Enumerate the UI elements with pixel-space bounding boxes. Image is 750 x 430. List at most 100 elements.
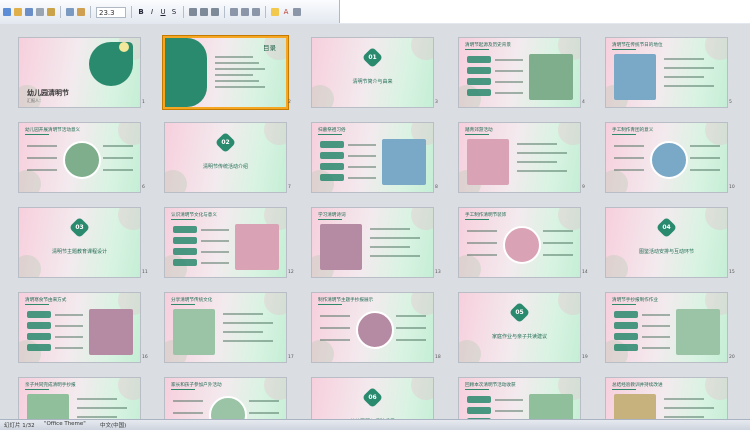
slide-canvas[interactable]: 目录 xyxy=(165,38,286,107)
slide-canvas[interactable]: 幼儿园清明节 汇报人： xyxy=(19,38,140,107)
text-line xyxy=(320,315,350,317)
new-icon[interactable] xyxy=(3,8,11,16)
section-title: 清明节简介与由来 xyxy=(352,79,393,85)
text-line xyxy=(495,92,523,94)
slide-canvas[interactable]: 清明寒食节由来方式 xyxy=(19,293,140,362)
slide-canvas[interactable]: 总结经验教训并持续改进 xyxy=(606,378,727,419)
text-line xyxy=(103,157,133,159)
bullets-icon[interactable] xyxy=(230,8,238,16)
text-line xyxy=(495,59,523,61)
align-center-icon[interactable] xyxy=(200,8,208,16)
text-line xyxy=(467,242,497,244)
slide-photo xyxy=(173,309,215,355)
slide-canvas[interactable]: 分享清明节传统文化 xyxy=(165,293,286,362)
paste-icon[interactable] xyxy=(77,8,85,16)
section-title: 家庭作业与亲子共读建议 xyxy=(491,334,547,340)
slide-canvas[interactable]: 幼儿园开展清明节活动意义 xyxy=(19,123,140,192)
align-left-icon[interactable] xyxy=(189,8,197,16)
text-line xyxy=(370,255,420,257)
slide-photo xyxy=(320,224,362,270)
slide-photo xyxy=(614,54,656,100)
slide-photo xyxy=(235,224,279,270)
label-tag xyxy=(467,396,491,403)
italic-button[interactable]: I xyxy=(148,8,156,16)
label-tag xyxy=(467,67,491,74)
slide-title: 回顾本次清明节活动收获 xyxy=(465,383,516,388)
indent-icon[interactable] xyxy=(252,8,260,16)
bold-button[interactable]: B xyxy=(137,8,145,16)
open-icon[interactable] xyxy=(14,8,22,16)
slide-canvas[interactable]: 清明节手抄报制作作业 xyxy=(606,293,727,362)
slide-canvas[interactable]: 02 清明节传统活动介绍 xyxy=(165,123,286,192)
align-right-icon[interactable] xyxy=(211,8,219,16)
slide-photo xyxy=(89,309,133,355)
slide-canvas[interactable]: 家长和孩子参加户外活动 xyxy=(165,378,286,419)
font-color-button[interactable]: A xyxy=(282,8,290,16)
slide-title: 家长和孩子参加户外活动 xyxy=(171,383,222,388)
slide-canvas[interactable]: 认识清明节文化与意义 xyxy=(165,208,286,277)
slide-photo xyxy=(382,139,426,185)
toolbar-icons: 23.3 B I U S A xyxy=(3,4,301,20)
highlight-icon[interactable] xyxy=(271,8,279,16)
slide-canvas[interactable]: 踏青郊游活动 xyxy=(459,123,580,192)
text-line xyxy=(396,339,426,341)
cut-icon[interactable] xyxy=(47,8,55,16)
toc-entry-line xyxy=(215,68,265,70)
status-theme: "Office Theme" xyxy=(44,421,86,427)
slide-canvas[interactable]: 05 家庭作业与亲子共读建议 xyxy=(459,293,580,362)
slide-canvas[interactable]: 制作清明节主题手抄报展示 xyxy=(312,293,433,362)
text-line xyxy=(320,339,350,341)
text-line xyxy=(614,169,644,171)
shadow-button[interactable]: S xyxy=(170,8,178,16)
text-line xyxy=(223,313,263,315)
numbering-icon[interactable] xyxy=(241,8,249,16)
text-line xyxy=(77,416,117,418)
text-line xyxy=(370,237,420,239)
section-title: 图鉴活动安排与互动环节 xyxy=(638,249,694,255)
toolbar-divider xyxy=(183,6,184,18)
slide-canvas[interactable]: 扫墓祭祖习俗 xyxy=(312,123,433,192)
round-photo xyxy=(650,141,688,179)
slide-canvas[interactable]: 回顾本次清明节活动收获 xyxy=(459,378,580,419)
text-line xyxy=(642,347,670,349)
toolbar-empty-area xyxy=(339,0,750,23)
slide-canvas[interactable]: 清明节起源及历史背景 xyxy=(459,38,580,107)
slide-canvas[interactable]: 01 清明节简介与由来 xyxy=(312,38,433,107)
toolbar-divider xyxy=(90,6,91,18)
section-number: 01 xyxy=(368,54,377,61)
save-icon[interactable] xyxy=(25,8,33,16)
text-line xyxy=(223,331,263,333)
slide-sorter: 幼儿园清明节 汇报人： 1 目录 2 01 清明节简介与由来 3 清明节起源及历史背景 4 清明节在… xyxy=(0,24,750,419)
round-photo xyxy=(503,226,541,264)
text-line xyxy=(517,152,567,154)
slide-canvas[interactable]: 亲子共同完成清明手抄报 xyxy=(19,378,140,419)
copy-icon[interactable] xyxy=(66,8,74,16)
font-size-box[interactable]: 23.3 xyxy=(96,6,126,18)
more-icon[interactable] xyxy=(293,8,301,16)
text-line xyxy=(396,315,426,317)
underline-button[interactable]: U xyxy=(159,8,167,16)
slide-photo xyxy=(529,394,573,419)
print-icon[interactable] xyxy=(36,8,44,16)
label-tag xyxy=(320,174,344,181)
text-line xyxy=(348,155,376,157)
slide-canvas[interactable]: 06 总结回顾与经验反思 xyxy=(312,378,433,419)
slide-canvas[interactable]: 手工制作清明节装饰 xyxy=(459,208,580,277)
section-number: 03 xyxy=(75,224,84,231)
cover-title: 幼儿园清明节 xyxy=(27,89,69,97)
section-number: 05 xyxy=(515,309,524,316)
text-line xyxy=(173,412,203,414)
toc-entry-line xyxy=(215,62,259,64)
text-line xyxy=(348,177,376,179)
text-line xyxy=(370,228,410,230)
text-line xyxy=(201,262,229,264)
text-line xyxy=(467,230,497,232)
slide-canvas[interactable]: 学习清明诗词 xyxy=(312,208,433,277)
slide-title: 扫墓祭祖习俗 xyxy=(318,128,346,133)
slide-canvas[interactable]: 03 清明节主题教育课程设计 xyxy=(19,208,140,277)
toc-title: 目录 xyxy=(263,44,276,52)
text-line xyxy=(642,325,670,327)
slide-canvas[interactable]: 04 图鉴活动安排与互动环节 xyxy=(606,208,727,277)
slide-canvas[interactable]: 清明节在传统节日的地位 xyxy=(606,38,727,107)
slide-canvas[interactable]: 手工制作青团的意义 xyxy=(606,123,727,192)
